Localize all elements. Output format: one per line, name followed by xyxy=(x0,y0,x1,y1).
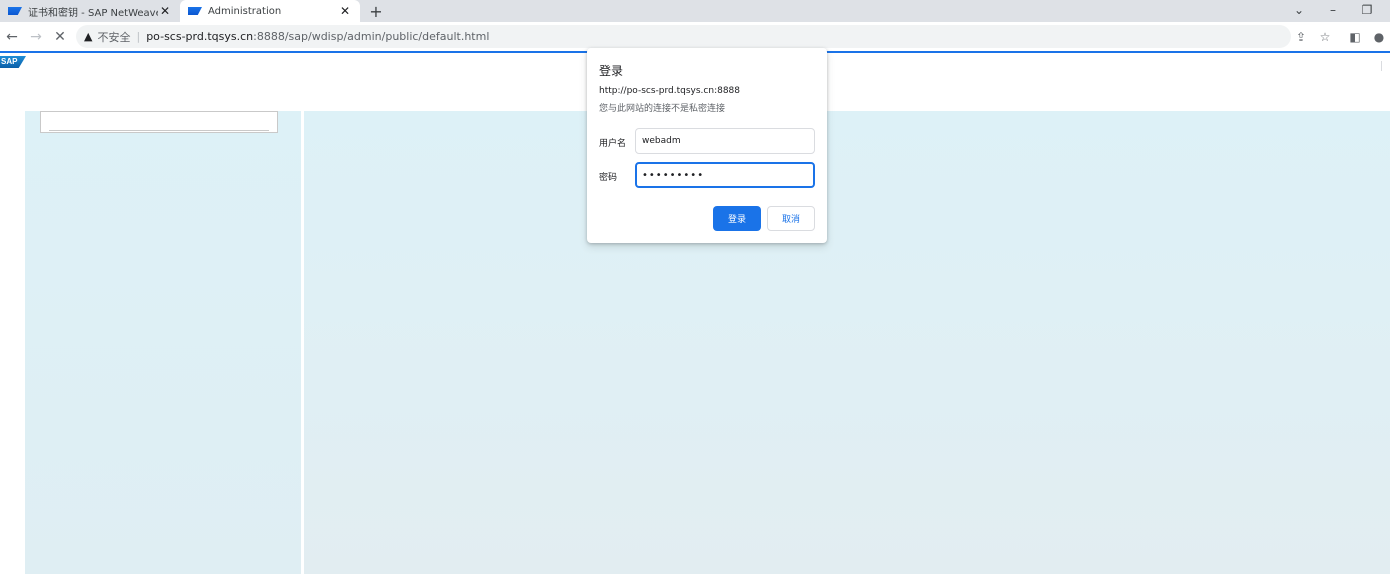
sap-favicon-icon xyxy=(188,7,202,15)
warning-icon[interactable]: ▲ xyxy=(84,30,92,43)
login-button[interactable]: 登录 xyxy=(713,206,761,231)
cancel-button[interactable]: 取消 xyxy=(767,206,815,231)
sap-favicon-icon xyxy=(8,7,22,15)
tab-title: 证书和密钥 - SAP NetWeaver A xyxy=(28,7,158,19)
sap-logo: SAP xyxy=(0,56,26,68)
security-label[interactable]: 不安全 xyxy=(97,29,130,45)
tab-search-icon[interactable]: ⌄ xyxy=(1284,0,1314,20)
navigation-pane xyxy=(25,111,304,574)
tab-administration[interactable]: Administration ✕ xyxy=(180,0,360,22)
minimize-icon[interactable]: – xyxy=(1318,0,1348,20)
login-dialog: 登录 http://po-scs-prd.tqsys.cn:8888 您与此网站… xyxy=(587,48,827,243)
share-icon[interactable]: ⇪ xyxy=(1290,26,1312,48)
tab-certificates[interactable]: 证书和密钥 - SAP NetWeaver A ✕ xyxy=(0,0,180,22)
username-label: 用户名 xyxy=(599,139,627,149)
dialog-connection-note: 您与此网站的连接不是私密连接 xyxy=(599,104,726,114)
address-bar[interactable]: ▲ 不安全 | po-scs-prd.tqsys.cn:8888/sap/wdi… xyxy=(76,25,1291,48)
dialog-title: 登录 xyxy=(599,64,624,78)
bookmark-star-icon[interactable]: ☆ xyxy=(1314,26,1336,48)
scrollbar[interactable] xyxy=(1381,61,1382,71)
divider: | xyxy=(136,30,141,43)
url-path: :8888/sap/wdisp/admin/public/default.htm… xyxy=(253,30,490,43)
username-input[interactable] xyxy=(635,128,815,154)
restore-icon[interactable]: ❐ xyxy=(1352,0,1382,20)
side-panel-icon[interactable]: ◧ xyxy=(1344,26,1366,48)
new-tab-button[interactable]: + xyxy=(366,0,386,22)
tab-strip: 证书和密钥 - SAP NetWeaver A ✕ Administration… xyxy=(0,0,1390,22)
back-icon[interactable]: ← xyxy=(2,26,22,48)
password-label: 密码 xyxy=(599,173,618,183)
url-host: po-scs-prd.tqsys.cn xyxy=(146,30,254,43)
logo-text: SAP xyxy=(1,57,18,66)
tab-title: Administration xyxy=(208,5,282,17)
close-tab-icon[interactable]: ✕ xyxy=(158,4,172,18)
dialog-url: http://po-scs-prd.tqsys.cn:8888 xyxy=(599,86,741,96)
password-input[interactable] xyxy=(635,162,815,188)
navigation-search-input[interactable] xyxy=(40,111,278,133)
close-tab-icon[interactable]: ✕ xyxy=(338,4,352,18)
stop-loading-icon[interactable]: ✕ xyxy=(50,26,70,48)
forward-icon[interactable]: → xyxy=(26,26,46,48)
profile-avatar-icon[interactable]: ● xyxy=(1368,26,1390,48)
